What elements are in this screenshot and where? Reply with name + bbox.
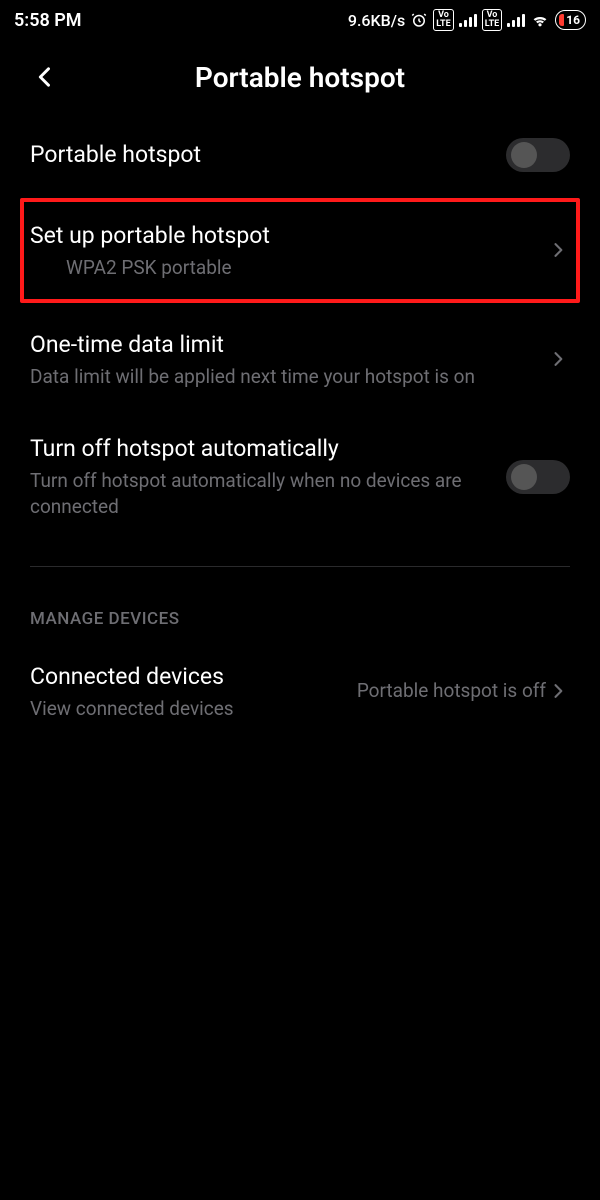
toggle-knob — [511, 142, 537, 168]
chevron-right-icon — [546, 347, 570, 371]
row-sub: View connected devices — [30, 696, 343, 722]
row-text: Turn off hotspot automatically Turn off … — [30, 433, 506, 519]
row-text: Portable hotspot — [30, 139, 506, 170]
row-label: Turn off hotspot automatically — [30, 433, 492, 464]
row-text: Connected devices View connected devices — [30, 661, 357, 722]
battery-percent: 16 — [566, 13, 580, 27]
row-auto-off[interactable]: Turn off hotspot automatically Turn off … — [30, 411, 570, 541]
row-label: One-time data limit — [30, 329, 532, 360]
status-right: 9.6KB/s VoLTE VoLTE 16 — [348, 9, 586, 31]
settings-list: Portable hotspot Set up portable hotspot… — [0, 116, 600, 743]
signal-icon-1 — [459, 13, 477, 27]
row-connected-devices[interactable]: Connected devices View connected devices… — [30, 639, 570, 744]
highlight-box: Set up portable hotspot WPA2 PSK portabl… — [20, 198, 580, 303]
hotspot-toggle[interactable] — [506, 138, 570, 172]
screen: 5:58 PM 9.6KB/s VoLTE VoLTE 16 Portable … — [0, 0, 600, 1200]
page-title: Portable hotspot — [195, 61, 405, 94]
status-left: 5:58 PM — [14, 10, 82, 31]
row-hotspot-toggle[interactable]: Portable hotspot — [30, 116, 570, 194]
chevron-right-icon — [546, 679, 570, 703]
row-label: Portable hotspot — [30, 139, 492, 170]
row-sub: Turn off hotspot automatically when no d… — [30, 468, 492, 519]
row-sub: WPA2 PSK portable — [66, 255, 532, 281]
alarm-icon — [410, 11, 428, 29]
volte-badge-1: VoLTE — [433, 9, 454, 31]
section-header-manage: MANAGE DEVICES — [30, 567, 570, 639]
status-bar: 5:58 PM 9.6KB/s VoLTE VoLTE 16 — [0, 0, 600, 34]
page-header: Portable hotspot — [0, 38, 600, 116]
row-text: One-time data limit Data limit will be a… — [30, 329, 546, 390]
status-net-speed: 9.6KB/s — [348, 11, 405, 30]
row-label: Set up portable hotspot — [30, 220, 532, 251]
chevron-right-icon — [546, 238, 570, 262]
signal-icon-2 — [507, 13, 525, 27]
battery-icon: 16 — [555, 10, 586, 30]
row-label: Connected devices — [30, 661, 343, 692]
toggle-knob — [511, 464, 537, 490]
back-button[interactable] — [30, 62, 60, 92]
auto-off-toggle[interactable] — [506, 460, 570, 494]
row-setup-hotspot[interactable]: Set up portable hotspot WPA2 PSK portabl… — [30, 202, 570, 299]
row-sub: Data limit will be applied next time you… — [30, 364, 532, 390]
status-time: 5:58 PM — [14, 10, 82, 31]
volte-badge-2: VoLTE — [482, 9, 503, 31]
row-text: Set up portable hotspot WPA2 PSK portabl… — [30, 220, 546, 281]
wifi-icon — [530, 12, 550, 28]
row-status: Portable hotspot is off — [357, 679, 546, 704]
row-data-limit[interactable]: One-time data limit Data limit will be a… — [30, 307, 570, 412]
